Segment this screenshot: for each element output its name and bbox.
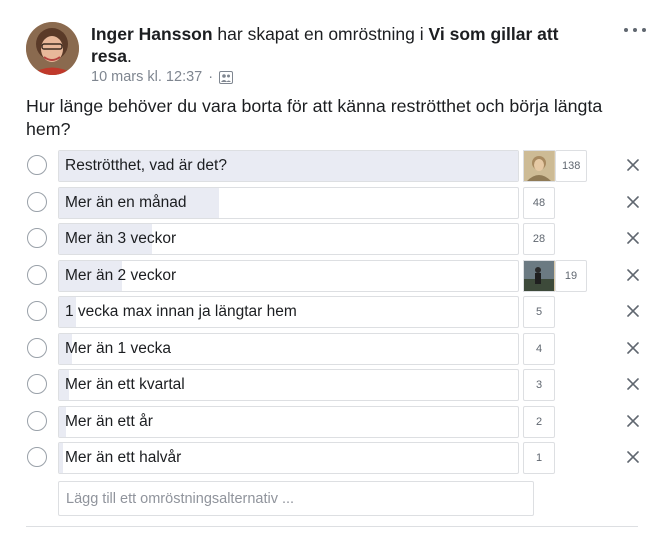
remove-option-icon[interactable] [626, 158, 640, 172]
remove-option-icon[interactable] [626, 231, 640, 245]
poll-option-row[interactable]: Mer än en månad 48 [0, 187, 663, 220]
remove-option-icon[interactable] [626, 377, 640, 391]
voter-avatar[interactable] [523, 150, 555, 182]
poll-option-vote-count[interactable]: 4 [523, 333, 555, 365]
author-name[interactable]: Inger Hansson [91, 24, 213, 44]
poll-option-bar[interactable]: Mer än 3 veckor [58, 223, 519, 255]
poll-option-voters[interactable]: 19 [523, 260, 587, 292]
poll-option-radio[interactable] [27, 338, 47, 358]
poll-option-voters[interactable]: 48 [523, 187, 555, 219]
remove-option-icon[interactable] [626, 450, 640, 464]
meta-separator: · [208, 69, 214, 85]
poll-option-row[interactable]: Mer än 1 vecka 4 [0, 333, 663, 366]
poll-option-vote-count[interactable]: 1 [523, 442, 555, 474]
poll-option-vote-count[interactable]: 3 [523, 369, 555, 401]
poll-option-label: Mer än 1 vecka [65, 340, 171, 357]
poll-option-row[interactable]: Mer än 2 veckor 19 [0, 260, 663, 293]
poll-option-radio[interactable] [27, 265, 47, 285]
group-suffix: . [127, 46, 132, 66]
poll-option-radio[interactable] [27, 301, 47, 321]
poll-option-bar[interactable]: Mer än 2 veckor [58, 260, 519, 292]
poll-option-radio[interactable] [27, 228, 47, 248]
poll-option-bar[interactable]: Mer än ett år [58, 406, 519, 438]
poll-option-label: Mer än 3 veckor [65, 230, 177, 247]
more-options-icon[interactable] [624, 22, 646, 38]
remove-option-icon[interactable] [626, 414, 640, 428]
poll-option-label: Mer än ett år [65, 413, 153, 430]
poll-option-bar[interactable]: Mer än ett kvartal [58, 369, 519, 401]
poll-option-radio[interactable] [27, 155, 47, 175]
poll-option-voters[interactable]: 28 [523, 223, 555, 255]
poll-option-label: Mer än en månad [65, 194, 187, 211]
poll-option-fill [59, 443, 63, 473]
poll-option-radio[interactable] [27, 411, 47, 431]
poll-option-row[interactable]: 1 vecka max innan ja längtar hem 5 [0, 296, 663, 329]
group-icon [219, 70, 234, 84]
poll-option-label: Mer än 2 veckor [65, 267, 177, 284]
poll-option-voters[interactable]: 2 [523, 406, 555, 438]
poll-option-vote-count[interactable]: 138 [555, 150, 588, 182]
poll-option-bar[interactable]: 1 vecka max innan ja längtar hem [58, 296, 519, 328]
add-poll-option-input[interactable] [58, 481, 534, 516]
poll-option-radio[interactable] [27, 374, 47, 394]
remove-option-icon[interactable] [626, 341, 640, 355]
poll-option-bar[interactable]: Reströtthet, vad är det? [58, 150, 519, 182]
post-author-line: Inger Hansson har skapat en omröstning i… [91, 23, 591, 67]
poll-option-bar[interactable]: Mer än en månad [58, 187, 519, 219]
remove-option-icon[interactable] [626, 195, 640, 209]
author-avatar[interactable] [26, 22, 79, 75]
poll-question: Hur länge behöver du vara borta för att … [26, 96, 603, 139]
remove-option-icon[interactable] [626, 268, 640, 282]
poll-option-row[interactable]: Reströtthet, vad är det? 138 [0, 150, 663, 183]
post-timestamp[interactable]: 10 mars kl. 12:37 [91, 69, 202, 85]
poll-option-vote-count[interactable]: 48 [523, 187, 555, 219]
poll-option-label: 1 vecka max innan ja längtar hem [65, 303, 297, 320]
poll-option-voters[interactable]: 4 [523, 333, 555, 365]
poll-option-voters[interactable]: 3 [523, 369, 555, 401]
poll-option-row[interactable]: Mer än ett halvår 1 [0, 442, 663, 475]
divider [26, 526, 638, 527]
post-action-text: har skapat en omröstning i [212, 24, 429, 44]
post-meta: 10 mars kl. 12:37 · [91, 69, 234, 85]
poll-option-vote-count[interactable]: 2 [523, 406, 555, 438]
poll-option-label: Mer än ett kvartal [65, 376, 185, 393]
remove-option-icon[interactable] [626, 304, 640, 318]
poll-option-voters[interactable]: 1 [523, 442, 555, 474]
poll-option-row[interactable]: Mer än ett kvartal 3 [0, 369, 663, 402]
poll-option-label: Mer än ett halvår [65, 449, 182, 466]
poll-option-voters[interactable]: 5 [523, 296, 555, 328]
poll-option-bar[interactable]: Mer än 1 vecka [58, 333, 519, 365]
poll-option-label: Reströtthet, vad är det? [65, 157, 227, 174]
poll-option-radio[interactable] [27, 447, 47, 467]
voter-avatar[interactable] [523, 260, 555, 292]
poll-option-radio[interactable] [27, 192, 47, 212]
poll-option-vote-count[interactable]: 5 [523, 296, 555, 328]
poll-option-bar[interactable]: Mer än ett halvår [58, 442, 519, 474]
poll-option-row[interactable]: Mer än 3 veckor 28 [0, 223, 663, 256]
poll-option-vote-count[interactable]: 19 [555, 260, 587, 292]
poll-option-row[interactable]: Mer än ett år 2 [0, 406, 663, 439]
poll-option-vote-count[interactable]: 28 [523, 223, 555, 255]
post-header: Inger Hansson har skapat en omröstning i… [26, 20, 646, 92]
poll-option-voters[interactable]: 138 [523, 150, 588, 182]
